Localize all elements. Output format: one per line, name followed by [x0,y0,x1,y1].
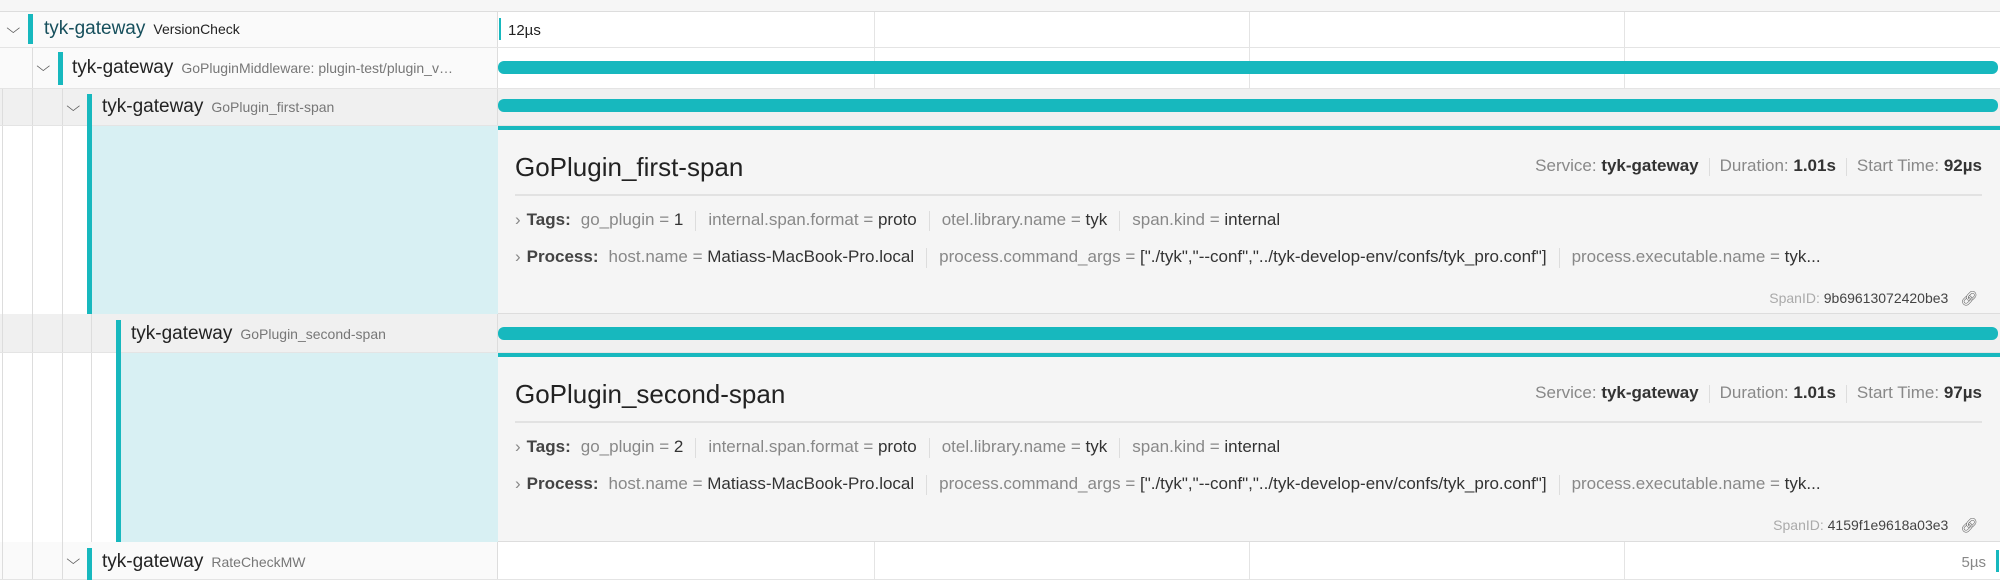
service-color-bar [87,548,92,580]
timeline-header [0,0,2000,12]
span-row[interactable]: ⌵ tyk-gateway GoPlugin_first-span [0,89,2000,126]
chevron-right-icon: › [515,210,521,229]
process-section[interactable]: › Process: host.name = Matiass-MacBook-Pro… [515,247,1985,268]
tags-section[interactable]: › Tags: go_plugin = 1 internal.span.format … [515,210,1985,231]
span-name[interactable]: tyk-gateway GoPlugin_first-span [102,96,334,118]
span-detail-panel: GoPlugin_first-span Service: tyk-gateway… [498,126,2000,314]
service-color-bar [58,52,63,85]
chevron-down-icon[interactable]: ⌵ [66,98,80,115]
span-detail-title: GoPlugin_first-span [515,152,744,182]
span-name[interactable]: tyk-gateway VersionCheck [44,18,240,40]
service-color-bar [116,320,121,353]
chevron-down-icon[interactable]: ⌵ [66,551,80,568]
span-row[interactable]: ⌵ tyk-gateway RateCheckMW 5µs [0,542,2000,580]
chevron-right-icon: › [515,474,521,493]
span-meta: Service: tyk-gateway Duration: 1.01s Start… [1535,383,1982,403]
link-icon[interactable]: 🔗︎ [1960,517,1978,533]
chevron-down-icon[interactable]: ⌵ [36,58,50,75]
span-detail-panel: GoPlugin_second-span Service: tyk-gatewa… [498,353,2000,542]
span-row[interactable]: ⌵ tyk-gateway VersionCheck 12µs [0,12,2000,48]
span-bar[interactable] [499,18,501,40]
chevron-down-icon[interactable]: ⌵ [6,20,20,37]
service-color-bar [28,14,33,44]
span-bar[interactable] [498,99,1998,112]
link-icon[interactable]: 🔗︎ [1960,290,1978,306]
span-id: SpanID: 9b69613072420be3 🔗︎ [1769,290,1978,306]
span-row[interactable]: ⌵ tyk-gateway GoPluginMiddleware: plugin-… [0,48,2000,89]
span-meta: Service: tyk-gateway Duration: 1.01s Start… [1535,156,1982,176]
span-detail-title: GoPlugin_second-span [515,379,786,409]
chevron-right-icon: › [515,437,521,456]
service-color-bar [87,94,92,126]
span-duration: 5µs [1961,554,1987,571]
process-section[interactable]: › Process: host.name = Matiass-MacBook-Pro… [515,474,1985,495]
span-bar[interactable] [498,327,1998,340]
span-row[interactable]: tyk-gateway GoPlugin_second-span [0,314,2000,353]
span-duration: 12µs [508,22,541,39]
span-bar[interactable] [498,61,1998,74]
span-id: SpanID: 4159f1e9618a03e3 🔗︎ [1773,517,1978,533]
tags-section[interactable]: › Tags: go_plugin = 2 internal.span.format … [515,437,1985,458]
span-name[interactable]: tyk-gateway GoPluginMiddleware: plugin-te… [72,57,453,79]
span-name[interactable]: tyk-gateway RateCheckMW [102,551,306,573]
span-bar[interactable] [1996,550,1999,572]
chevron-right-icon: › [515,247,521,266]
span-name[interactable]: tyk-gateway GoPlugin_second-span [131,323,386,345]
